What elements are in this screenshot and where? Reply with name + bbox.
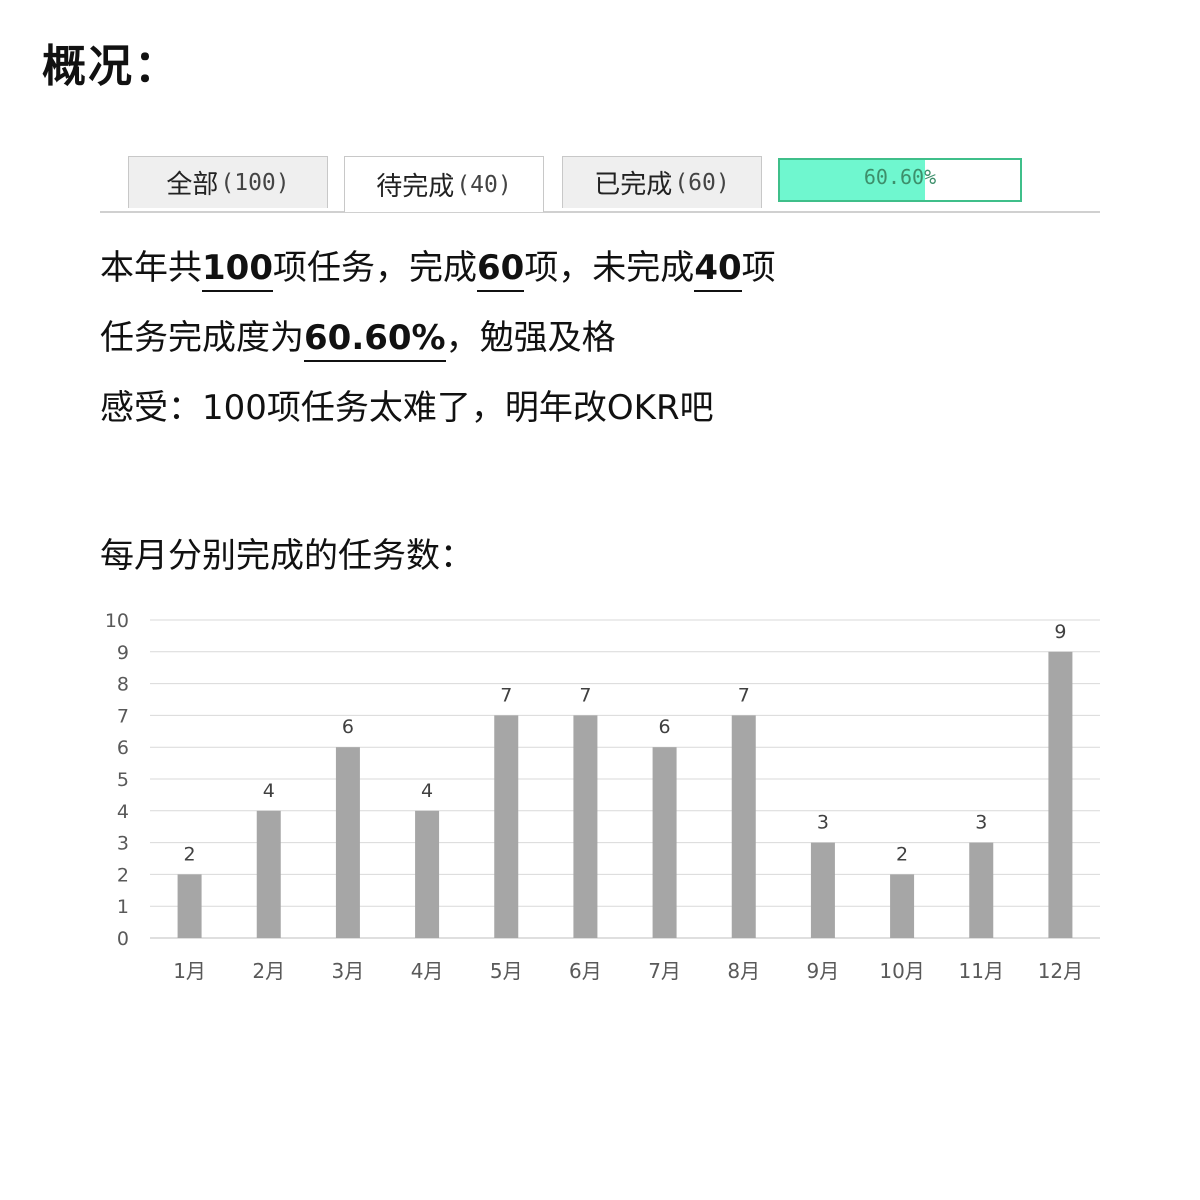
tab-done-label: 已完成 [594,170,673,200]
y-tick-label: 5 [117,769,129,791]
bar [573,715,598,938]
data-label: 6 [659,716,671,738]
data-label: 2 [896,843,908,865]
tab-pending-label: 待完成 [376,172,455,202]
x-tick-label: 4月 [411,959,444,983]
summary-line-rate: 任务完成度为60.60%，勉强及格 [100,318,776,362]
completion-progress-bar: 60.60% [778,158,1022,202]
tab-all-label: 全部 [166,170,219,200]
summary-text: 项，未完成 [524,248,695,288]
done-count: 60 [476,248,525,292]
data-label: 3 [975,812,987,834]
x-tick-label: 9月 [807,959,840,983]
y-tick-label: 1 [117,896,129,918]
data-label: 2 [184,843,196,865]
total-count: 100 [202,248,273,292]
bar [810,842,835,938]
y-tick-label: 9 [117,642,129,664]
bar [415,810,440,938]
chart-title: 每月分别完成的任务数： [100,536,474,576]
x-tick-label: 6月 [569,959,602,983]
summary-text: 本年共 [100,248,202,288]
summary-line-feeling: 感受：100项任务太难了，明年改OKR吧 [100,388,714,428]
summary-text: 项任务，完成 [272,248,477,288]
tab-all-count: (100) [220,169,290,196]
summary-text: 项 [741,248,776,288]
x-tick-label: 2月 [252,959,285,983]
bar [335,747,360,938]
tab-bar: 全部 (100) 待完成 (40) 已完成 (60) 60.60% [100,156,1100,213]
bar [652,747,677,938]
y-tick-label: 3 [117,833,129,855]
data-label: 4 [263,780,275,802]
summary: 本年共100项任务，完成60项，未完成40项 任务完成度为60.60%，勉强及格… [100,248,776,458]
summary-text: ，勉强及格 [445,318,616,358]
bar [256,810,281,938]
x-tick-label: 10月 [879,959,924,983]
x-tick-label: 5月 [490,959,523,983]
x-tick-label: 8月 [727,959,760,983]
x-tick-label: 3月 [332,959,365,983]
y-tick-label: 0 [117,928,129,950]
y-tick-label: 6 [117,737,129,759]
x-tick-label: 12月 [1038,959,1083,983]
bar [1048,651,1073,938]
y-tick-label: 8 [117,674,129,696]
progress-text: 60.60% [863,165,937,189]
y-tick-label: 4 [117,801,129,823]
pending-count: 40 [694,248,742,292]
data-label: 7 [738,684,750,706]
data-label: 9 [1054,621,1066,643]
x-tick-label: 11月 [959,959,1004,983]
x-tick-label: 1月 [173,959,206,983]
summary-text: 任务完成度为 [100,318,304,358]
tab-all[interactable]: 全部 (100) [128,156,328,208]
data-label: 3 [817,812,829,834]
monthly-bar-chart: 0 1 2 3 4 5 6 7 8 9 10 2 1月 4 2月 6 3月 4 4月 7 5月 7 6月 6 7月 7 8月 3 9月 2… [105,610,1100,983]
y-tick-label: 7 [117,705,129,727]
data-label: 7 [579,684,591,706]
data-label: 6 [342,716,354,738]
y-tick-label: 10 [105,610,129,632]
data-label: 4 [421,780,433,802]
bar [177,874,202,938]
tab-pending[interactable]: 待完成 (40) [344,156,544,212]
x-tick-label: 7月 [648,959,681,983]
bar [731,715,756,938]
tab-done[interactable]: 已完成 (60) [562,156,762,208]
summary-line-totals: 本年共100项任务，完成60项，未完成40项 [100,248,776,292]
bar [494,715,519,938]
tab-pending-count: (40) [456,171,512,198]
y-tick-label: 2 [117,864,129,886]
bar [969,842,994,938]
bar [890,874,915,938]
page-title: 概况： [42,41,180,92]
data-label: 7 [500,684,512,706]
completion-rate: 60.60% [304,318,446,362]
tab-done-count: (60) [674,169,730,196]
